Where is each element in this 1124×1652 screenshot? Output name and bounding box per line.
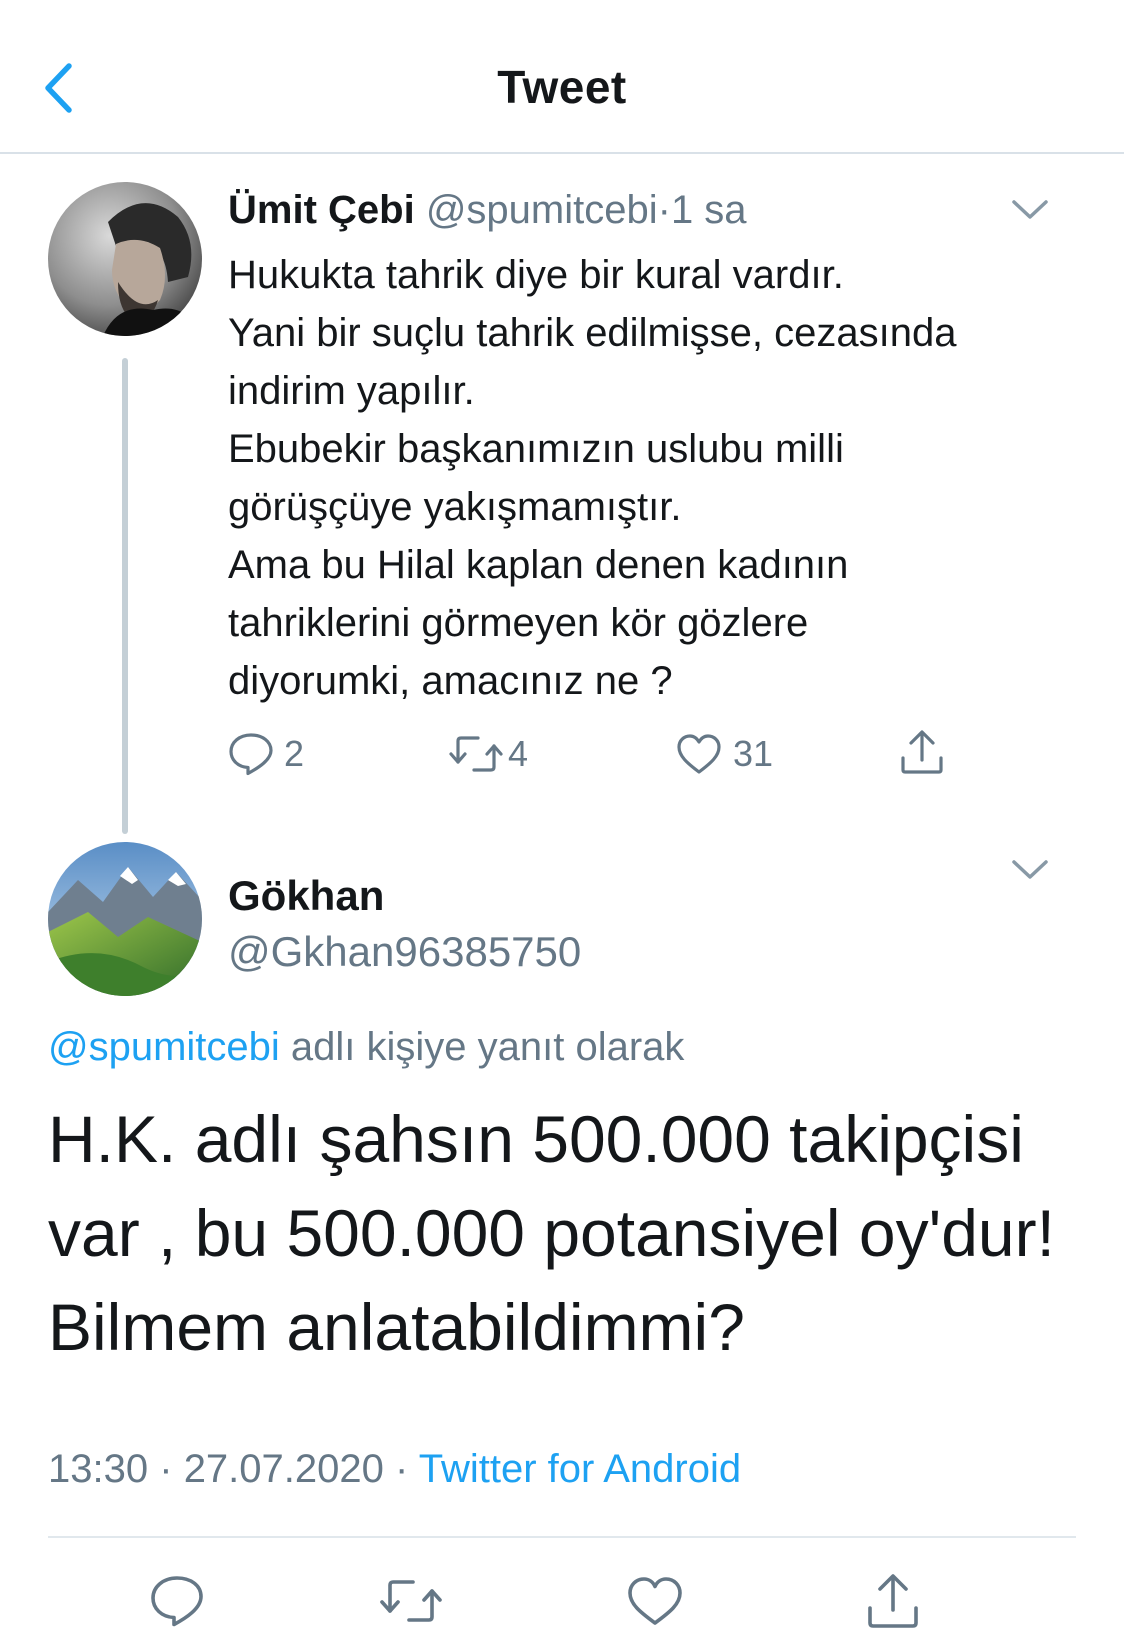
reply-tweet-text: H.K. adlı şahsın 500.000 takipçisi var ,… bbox=[48, 1092, 1088, 1374]
parent-tweet-header: Ümit Çebi @spumitcebi·1 sa bbox=[228, 188, 747, 233]
tweet-date: 27.07.2020 bbox=[183, 1447, 384, 1491]
retweet-icon bbox=[380, 1580, 442, 1622]
avatar-parent-author[interactable] bbox=[48, 182, 202, 336]
parent-tweet-time: 1 sa bbox=[670, 188, 747, 232]
retweet-button[interactable] bbox=[376, 1570, 446, 1632]
parent-share-button[interactable] bbox=[898, 728, 946, 776]
parent-tweet-line: Ebubekir başkanımızın uslubu milli bbox=[228, 427, 844, 471]
parent-tweet-line: tahriklerini görmeyen kör gözlere bbox=[228, 601, 809, 645]
parent-author-name[interactable]: Ümit Çebi bbox=[228, 188, 415, 232]
reply-author-handle[interactable]: @Gkhan96385750 bbox=[228, 928, 581, 976]
parent-tweet-line: görüşçüye yakışmamıştır. bbox=[228, 485, 682, 529]
parent-reply-button[interactable]: 2 bbox=[228, 732, 304, 776]
parent-tweet-menu-button[interactable] bbox=[1010, 198, 1050, 222]
parent-tweet-line: Yani bir suçlu tahrik edilmişse, cezasın… bbox=[228, 311, 957, 355]
like-icon bbox=[628, 1577, 682, 1625]
replying-to-label: adlı kişiye yanıt olarak bbox=[279, 1025, 685, 1069]
retweet-icon bbox=[449, 736, 503, 772]
reply-tweet-line: Bilmem anlatabildimmi? bbox=[48, 1290, 745, 1364]
like-button[interactable] bbox=[620, 1570, 690, 1632]
parent-time-separator: · bbox=[657, 188, 671, 232]
reply-button[interactable] bbox=[142, 1570, 212, 1632]
share-icon bbox=[868, 1574, 918, 1628]
parent-like-count: 31 bbox=[733, 733, 774, 774]
parent-author-handle[interactable]: @spumitcebi bbox=[426, 188, 658, 232]
thread-connector-line bbox=[122, 358, 128, 834]
divider bbox=[48, 1536, 1076, 1538]
nav-header: Tweet bbox=[0, 0, 1124, 154]
replying-to-line: @spumitcebi adlı kişiye yanıt olarak bbox=[48, 1025, 684, 1070]
meta-separator: · bbox=[159, 1447, 173, 1491]
tweet-metadata: 13:30 · 27.07.2020 · Twitter for Android bbox=[48, 1447, 741, 1492]
parent-tweet-line: indirim yapılır. bbox=[228, 369, 475, 413]
reply-icon bbox=[151, 1576, 203, 1627]
reply-author-name[interactable]: Gökhan bbox=[228, 872, 384, 920]
parent-tweet-line: diyorumki, amacınız ne ? bbox=[228, 659, 673, 703]
page-title: Tweet bbox=[497, 61, 627, 113]
chevron-down-icon bbox=[1012, 860, 1048, 879]
reply-tweet-line: var , bu 500.000 potansiyel oy'dur! bbox=[48, 1196, 1055, 1270]
parent-retweet-count: 4 bbox=[508, 733, 529, 774]
parent-reply-count: 2 bbox=[284, 733, 305, 774]
reply-tweet-line: H.K. adlı şahsın 500.000 takipçisi bbox=[48, 1102, 1024, 1176]
tweet-source-link[interactable]: Twitter for Android bbox=[419, 1447, 741, 1491]
reply-tweet-menu-button[interactable] bbox=[1010, 858, 1050, 882]
parent-tweet-line: Ama bu Hilal kaplan denen kadının bbox=[228, 543, 849, 587]
parent-tweet-text: Hukukta tahrik diye bir kural vardır. Ya… bbox=[228, 246, 1088, 710]
replying-to-handle-link[interactable]: @spumitcebi bbox=[48, 1025, 280, 1069]
tweet-time: 13:30 bbox=[48, 1447, 149, 1491]
share-button[interactable] bbox=[858, 1570, 928, 1632]
share-icon bbox=[901, 730, 943, 774]
like-icon bbox=[677, 734, 721, 774]
meta-separator: · bbox=[395, 1447, 409, 1491]
parent-retweet-button[interactable]: 4 bbox=[448, 732, 528, 776]
parent-tweet-line: Hukukta tahrik diye bir kural vardır. bbox=[228, 253, 844, 297]
parent-like-button[interactable]: 31 bbox=[675, 732, 773, 776]
chevron-down-icon bbox=[1012, 200, 1048, 219]
avatar-reply-author[interactable] bbox=[48, 842, 202, 996]
reply-icon bbox=[229, 733, 273, 776]
